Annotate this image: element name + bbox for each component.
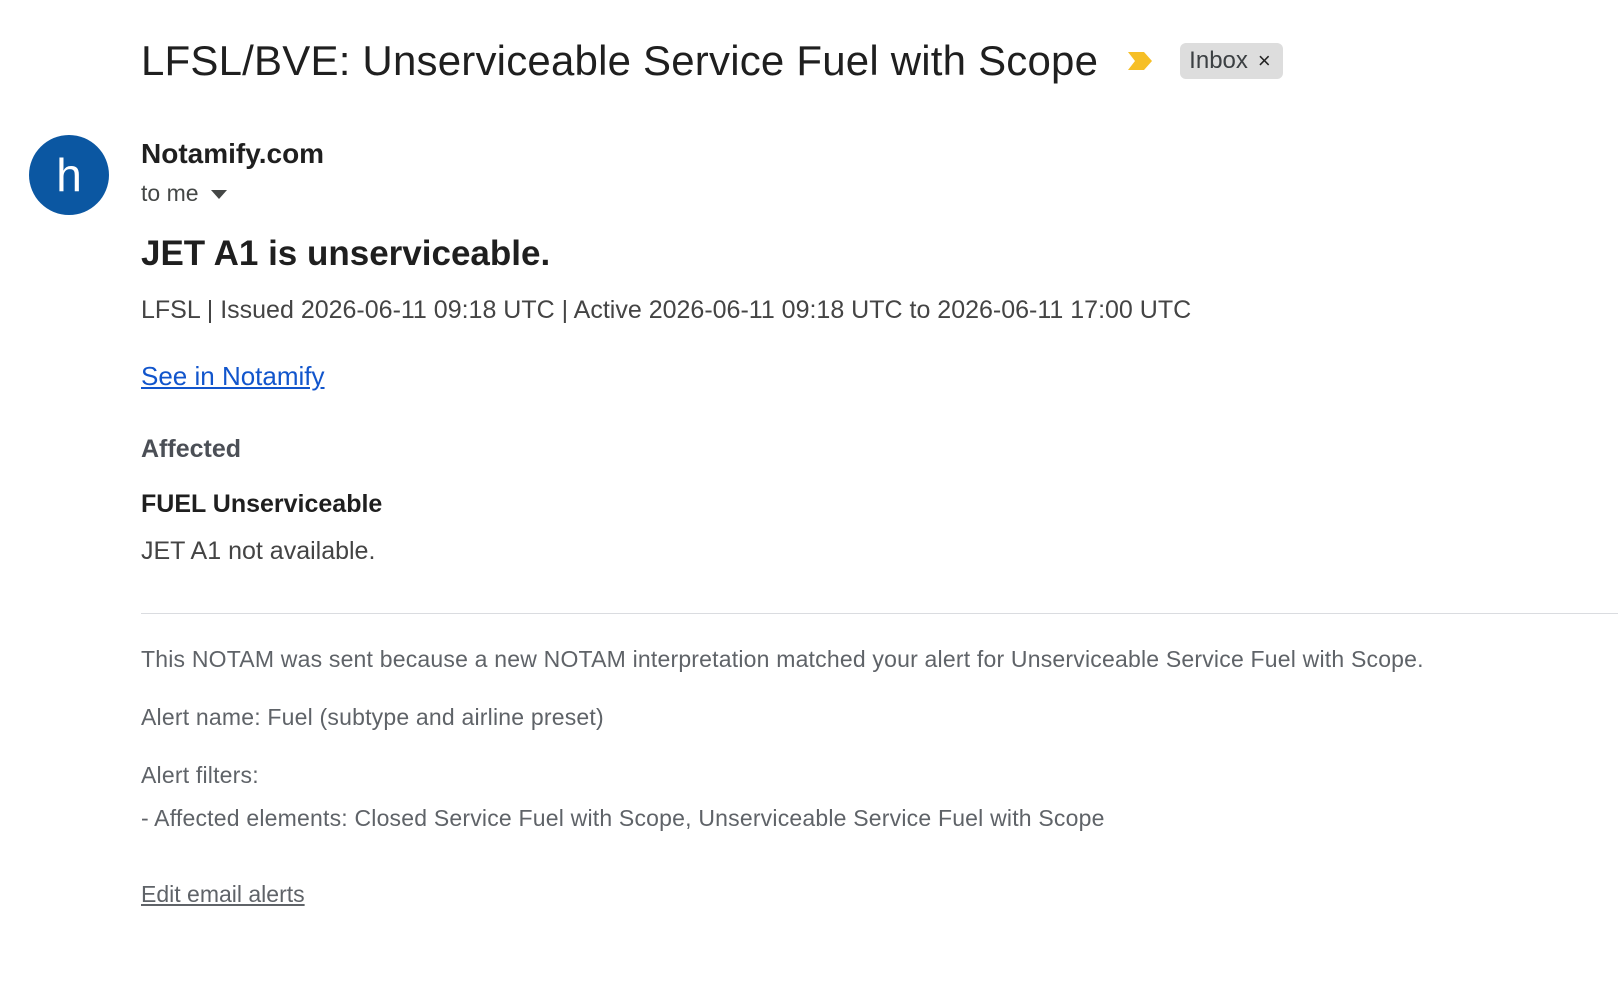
subject-row: LFSL/BVE: Unserviceable Service Fuel wit… [141,40,1283,82]
notam-headline: JET A1 is unserviceable. [141,234,551,273]
inbox-label-chip: Inbox × [1180,43,1283,79]
email-view: LFSL/BVE: Unserviceable Service Fuel wit… [0,0,1618,998]
affected-item-title: FUEL Unserviceable [141,490,383,518]
chevron-down-icon[interactable] [210,190,227,199]
affected-heading: Affected [141,435,242,463]
remove-label-icon[interactable]: × [1258,50,1271,72]
importance-marker-icon[interactable] [1126,50,1154,72]
avatar-letter: h [56,149,82,201]
alert-filters-label: Alert filters: [141,762,259,788]
notam-meta: LFSL | Issued 2026-06-11 09:18 UTC | Act… [141,296,1192,324]
see-in-notamify-link[interactable]: See in Notamify [141,361,325,392]
alert-reason-text: This NOTAM was sent because a new NOTAM … [141,646,1424,672]
recipient-details-toggle[interactable]: to me [141,180,227,207]
recipient-text: to me [141,180,199,206]
inbox-label-text: Inbox [1189,47,1248,74]
sender-name: Notamify.com [141,138,325,169]
email-subject: LFSL/BVE: Unserviceable Service Fuel wit… [141,37,1099,84]
affected-item-description: JET A1 not available. [141,537,376,565]
alert-name-text: Alert name: Fuel (subtype and airline pr… [141,704,604,730]
alert-filter-item: - Affected elements: Closed Service Fuel… [141,805,1105,831]
edit-email-alerts-link[interactable]: Edit email alerts [141,881,305,908]
divider [141,613,1618,614]
avatar: h [29,135,109,215]
